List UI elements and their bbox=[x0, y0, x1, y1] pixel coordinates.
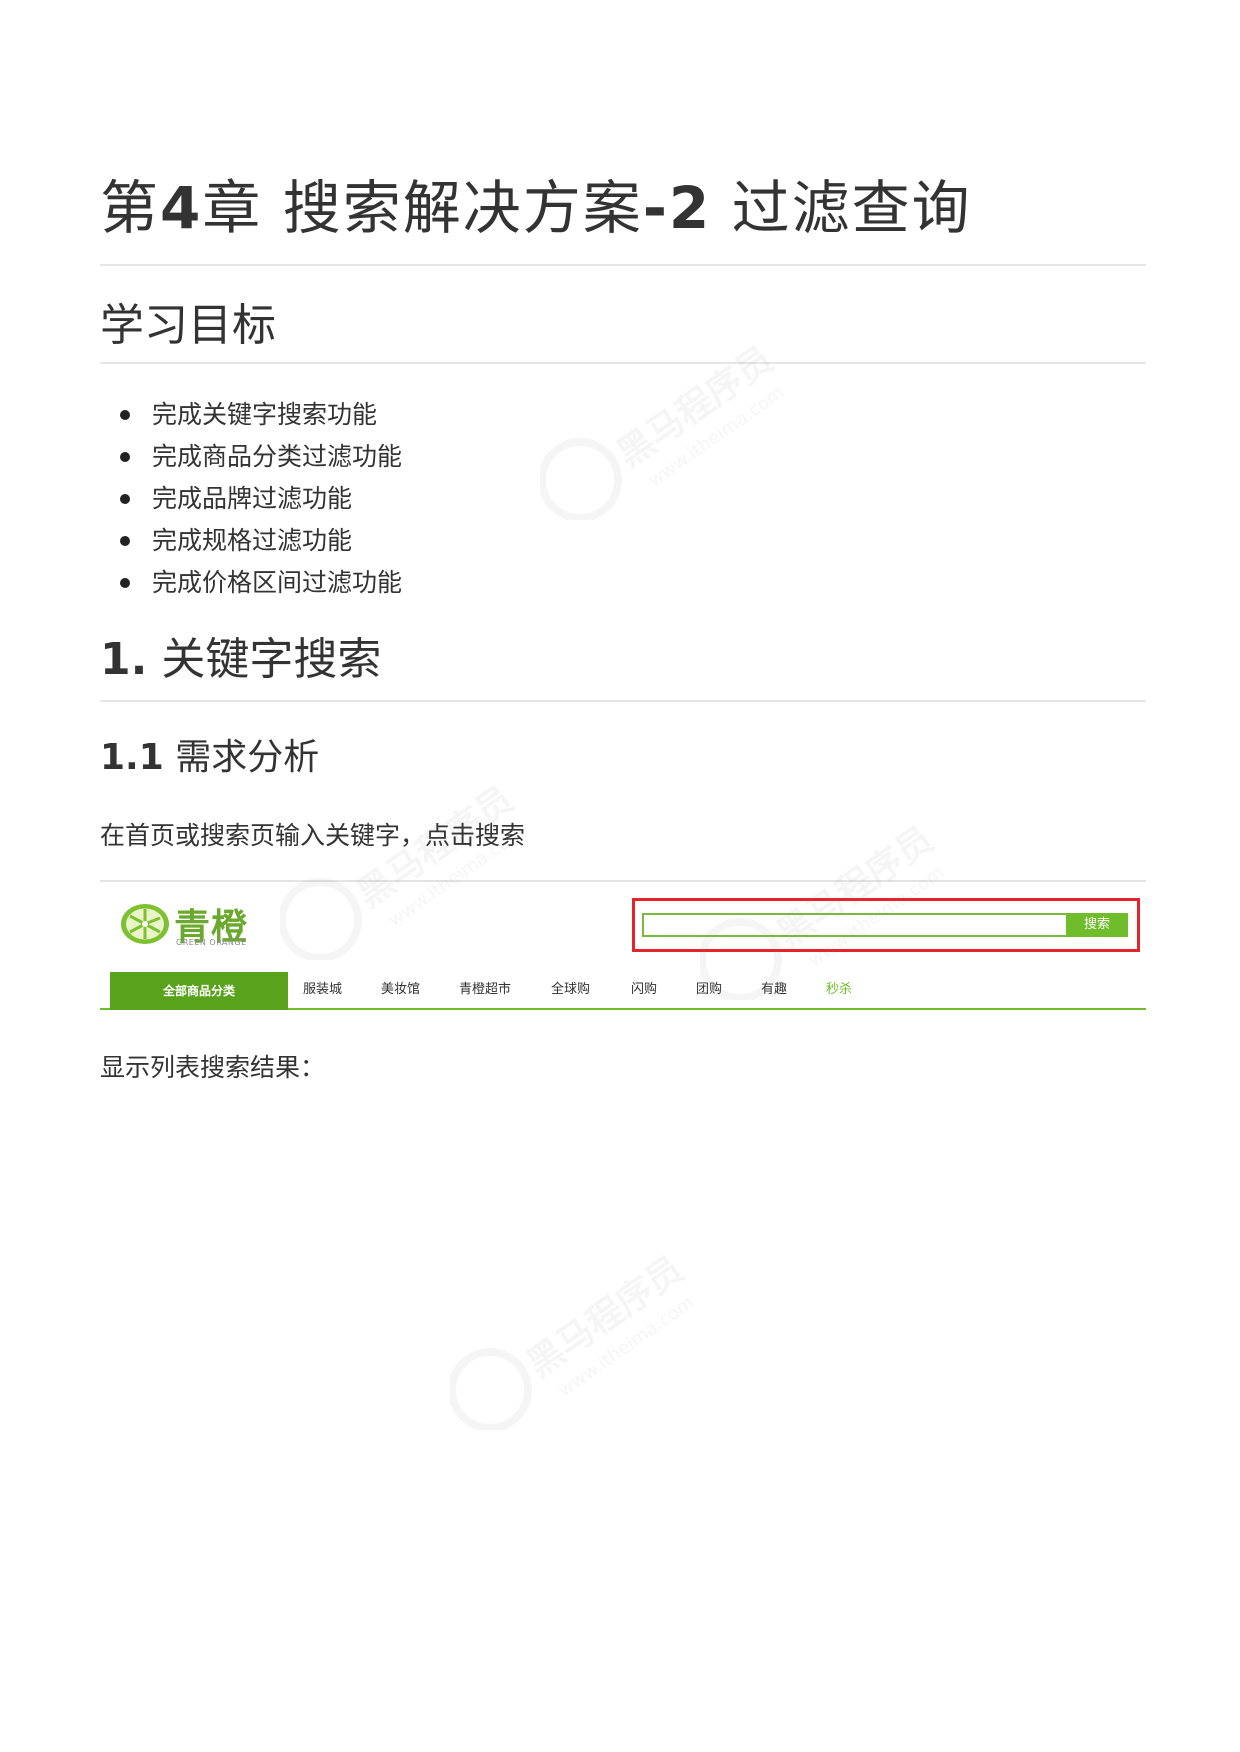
list-item: 完成关键字搜索功能 bbox=[100, 394, 402, 436]
nav-item-beauty[interactable]: 美妆馆 bbox=[381, 972, 420, 1008]
nav-item-seckill[interactable]: 秒杀 bbox=[826, 972, 852, 1008]
section-heading-1: 1. 关键字搜索 bbox=[100, 634, 382, 685]
bullet-icon bbox=[120, 536, 130, 546]
chapter-title-suffix: 过滤查询 bbox=[711, 174, 972, 242]
chapter-title-number: -2 bbox=[642, 174, 712, 242]
bullet-icon bbox=[120, 452, 130, 462]
logo-subtext: GREEN ORANGE bbox=[176, 938, 247, 947]
nav-item-flash[interactable]: 闪购 bbox=[631, 972, 657, 1008]
goals-list: 完成关键字搜索功能 完成商品分类过滤功能 完成品牌过滤功能 完成规格过滤功能 完… bbox=[100, 394, 402, 604]
bullet-icon bbox=[120, 578, 130, 588]
divider bbox=[100, 700, 1146, 702]
chapter-number: 4 bbox=[160, 174, 203, 242]
search-input[interactable] bbox=[642, 913, 1066, 937]
divider bbox=[100, 362, 1146, 364]
paragraph: 在首页或搜索页输入关键字，点击搜索 bbox=[100, 821, 526, 850]
all-categories-button[interactable]: 全部商品分类 bbox=[110, 972, 288, 1010]
shop-logo: 青橙 GREEN ORANGE bbox=[120, 900, 280, 948]
search-button[interactable]: 搜索 bbox=[1066, 913, 1128, 937]
svg-text:www.itheima.com: www.itheima.com bbox=[645, 382, 789, 491]
shop-header-screenshot: 青橙 GREEN ORANGE 搜索 全部商品分类 服装城 美妆馆 青橙超市 全… bbox=[100, 880, 1146, 1012]
list-item: 完成规格过滤功能 bbox=[100, 520, 402, 562]
bullet-icon bbox=[120, 410, 130, 420]
orange-slice-icon bbox=[121, 904, 169, 944]
goals-heading: 学习目标 bbox=[100, 300, 276, 351]
svg-text:黑马程序员: 黑马程序员 bbox=[520, 1249, 691, 1386]
list-item: 完成品牌过滤功能 bbox=[100, 478, 402, 520]
svg-text:www.itheima.com: www.itheima.com bbox=[555, 1292, 699, 1401]
nav-item-fun[interactable]: 有趣 bbox=[761, 972, 787, 1008]
chapter-title: 第4章 搜索解决方案-2 过滤查询 bbox=[100, 168, 972, 248]
svg-text:黑马程序员: 黑马程序员 bbox=[610, 339, 781, 476]
watermark-logo: 黑马程序员 www.itheima.com bbox=[540, 339, 789, 520]
category-nav: 全部商品分类 服装城 美妆馆 青橙超市 全球购 闪购 团购 有趣 秒杀 bbox=[100, 972, 1146, 1010]
section-heading-1-1: 1.1 需求分析 bbox=[100, 737, 320, 778]
paragraph: 显示列表搜索结果： bbox=[100, 1053, 326, 1082]
bullet-icon bbox=[120, 494, 130, 504]
divider bbox=[100, 264, 1146, 266]
nav-item-fashion[interactable]: 服装城 bbox=[303, 972, 342, 1008]
nav-item-supermarket[interactable]: 青橙超市 bbox=[459, 972, 511, 1008]
chapter-title-main: 章 搜索解决方案 bbox=[202, 174, 643, 242]
list-item: 完成商品分类过滤功能 bbox=[100, 436, 402, 478]
nav-item-group[interactable]: 团购 bbox=[696, 972, 722, 1008]
chapter-title-prefix: 第 bbox=[100, 174, 161, 242]
list-item: 完成价格区间过滤功能 bbox=[100, 562, 402, 604]
watermark-logo: 黑马程序员 www.itheima.com bbox=[450, 1249, 699, 1430]
nav-item-global[interactable]: 全球购 bbox=[551, 972, 590, 1008]
